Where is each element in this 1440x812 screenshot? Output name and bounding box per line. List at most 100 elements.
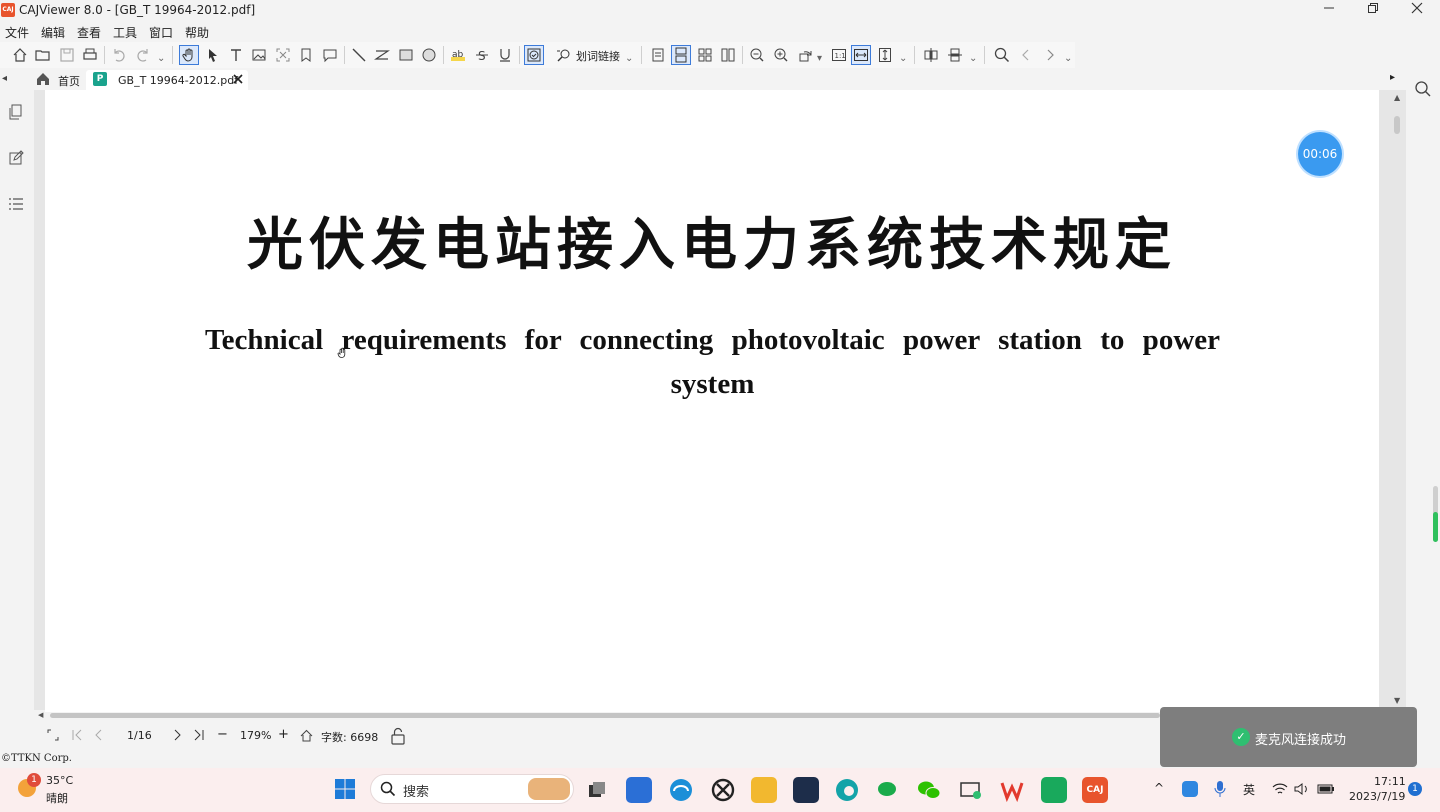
split-dropdown[interactable]: ⌄ (969, 53, 977, 64)
search-button[interactable] (992, 45, 1012, 65)
save-button[interactable] (57, 45, 77, 65)
page-indicator[interactable]: 1/16 (127, 729, 152, 742)
previous-page-button[interactable] (92, 728, 106, 742)
select-tool-button[interactable] (203, 45, 223, 65)
undo-button[interactable] (109, 45, 129, 65)
edge-dev-icon[interactable] (834, 777, 860, 803)
screen-recorder-icon[interactable] (958, 777, 984, 803)
zoom-level[interactable]: 179% (240, 729, 271, 742)
split-vertical-button[interactable] (945, 45, 965, 65)
menu-file[interactable]: 文件 (5, 24, 29, 41)
word-lookup-button[interactable] (554, 45, 574, 65)
restore-button[interactable] (1351, 0, 1395, 22)
rotate-dropdown[interactable]: ▾ (817, 53, 822, 64)
app-cube-icon[interactable] (793, 777, 819, 803)
lookup-dropdown[interactable]: ⌄ (625, 53, 633, 64)
zoom-out-button[interactable] (747, 45, 767, 65)
fit-width-button[interactable] (851, 45, 871, 65)
hand-tool-button[interactable] (179, 45, 199, 65)
curve-tool-button[interactable] (372, 45, 392, 65)
tab-scroll-left-button[interactable]: ◂ (2, 73, 7, 84)
search-next-button[interactable] (1040, 45, 1060, 65)
strikethrough-button[interactable]: S (472, 45, 492, 65)
start-button[interactable] (334, 778, 356, 800)
fullscreen-button[interactable] (46, 728, 60, 742)
sidebar-pages-button[interactable] (6, 102, 26, 122)
rotate-button[interactable] (796, 45, 816, 65)
tray-app-icon[interactable] (1182, 781, 1198, 797)
fit-dropdown[interactable]: ⌄ (899, 53, 907, 64)
battery-icon[interactable] (1317, 782, 1335, 796)
weather-temperature[interactable]: 35°C (46, 774, 73, 787)
input-method-indicator[interactable]: 英 (1243, 781, 1255, 798)
file-explorer-icon[interactable] (751, 777, 777, 803)
sidebar-notes-button[interactable] (6, 148, 26, 168)
volume-icon[interactable] (1294, 782, 1310, 796)
print-button[interactable] (80, 45, 100, 65)
clock-time[interactable]: 17:11 (1374, 775, 1406, 788)
underline-button[interactable] (495, 45, 515, 65)
first-page-button[interactable] (70, 728, 84, 742)
comment-button[interactable] (320, 45, 340, 65)
zoom-increase-button[interactable]: + (278, 727, 289, 742)
xbox-icon[interactable] (710, 777, 736, 803)
highlight-button[interactable]: ab (448, 45, 468, 65)
more-dropdown[interactable]: ⌄ (157, 53, 165, 64)
task-view-button[interactable] (584, 777, 610, 803)
scroll-up-arrow-icon[interactable]: ▲ (1394, 93, 1400, 102)
vertical-scrollbar[interactable] (1390, 90, 1404, 710)
tab-home-label[interactable]: 首页 (58, 73, 80, 89)
split-horizontal-button[interactable] (921, 45, 941, 65)
menu-help[interactable]: 帮助 (185, 24, 209, 41)
search-dropdown[interactable]: ⌄ (1064, 53, 1072, 64)
side-slider-fill[interactable] (1433, 512, 1438, 542)
tab-close-button[interactable] (231, 72, 245, 86)
redo-button[interactable] (133, 45, 153, 65)
rectangle-tool-button[interactable] (396, 45, 416, 65)
recording-timer-badge[interactable]: 00:06 (1298, 132, 1342, 176)
actual-size-button[interactable]: 1:1 (829, 45, 849, 65)
shopping-bag-icon[interactable] (1041, 777, 1067, 803)
menu-view[interactable]: 查看 (77, 24, 101, 41)
scroll-down-arrow-icon[interactable]: ▼ (1394, 696, 1400, 705)
horizontal-scroll-thumb[interactable] (50, 713, 1160, 718)
tab-document-label[interactable]: GB_T 19964-2012.pdf (118, 74, 238, 87)
wechat-icon[interactable] (916, 777, 942, 803)
text-select-button[interactable] (226, 45, 246, 65)
cajviewer-taskbar-icon[interactable]: CAJ (1082, 777, 1108, 803)
sidebar-outline-button[interactable] (6, 194, 26, 214)
wps-office-icon[interactable] (999, 777, 1025, 803)
tray-overflow-button[interactable]: ^ (1154, 781, 1164, 795)
open-button[interactable] (33, 45, 53, 65)
line-tool-button[interactable] (349, 45, 369, 65)
zoom-decrease-button[interactable]: − (217, 727, 228, 742)
clock-date[interactable]: 2023/7/19 (1349, 790, 1405, 803)
word-lookup-label[interactable]: 划词链接 (576, 48, 620, 64)
tab-scroll-right-button[interactable]: ▸ (1390, 72, 1395, 83)
search-previous-button[interactable] (1016, 45, 1036, 65)
wifi-icon[interactable] (1272, 782, 1288, 796)
global-search-button[interactable] (1414, 80, 1434, 100)
minimize-button[interactable] (1307, 0, 1351, 22)
tab-home[interactable] (36, 72, 50, 86)
last-page-button[interactable] (192, 728, 206, 742)
notification-center-badge[interactable]: 1 (1408, 782, 1422, 796)
fit-height-button[interactable] (875, 45, 895, 65)
zoom-in-button[interactable] (771, 45, 791, 65)
microphone-icon[interactable] (1213, 780, 1227, 798)
next-page-button[interactable] (170, 728, 184, 742)
vertical-scroll-thumb[interactable] (1394, 116, 1400, 134)
microsoft-store-icon[interactable] (626, 777, 652, 803)
home-view-button[interactable] (300, 729, 313, 742)
ellipse-tool-button[interactable] (419, 45, 439, 65)
home-button[interactable] (10, 45, 30, 65)
single-page-button[interactable] (648, 45, 668, 65)
bookmark-button[interactable] (296, 45, 316, 65)
scroll-left-arrow-icon[interactable]: ◀ (38, 711, 43, 719)
ocr-button[interactable] (273, 45, 293, 65)
menu-window[interactable]: 窗口 (149, 24, 173, 41)
edge-browser-icon[interactable] (668, 777, 694, 803)
weather-description[interactable]: 晴朗 (46, 790, 68, 806)
image-select-button[interactable] (249, 45, 269, 65)
menu-edit[interactable]: 编辑 (41, 24, 65, 41)
